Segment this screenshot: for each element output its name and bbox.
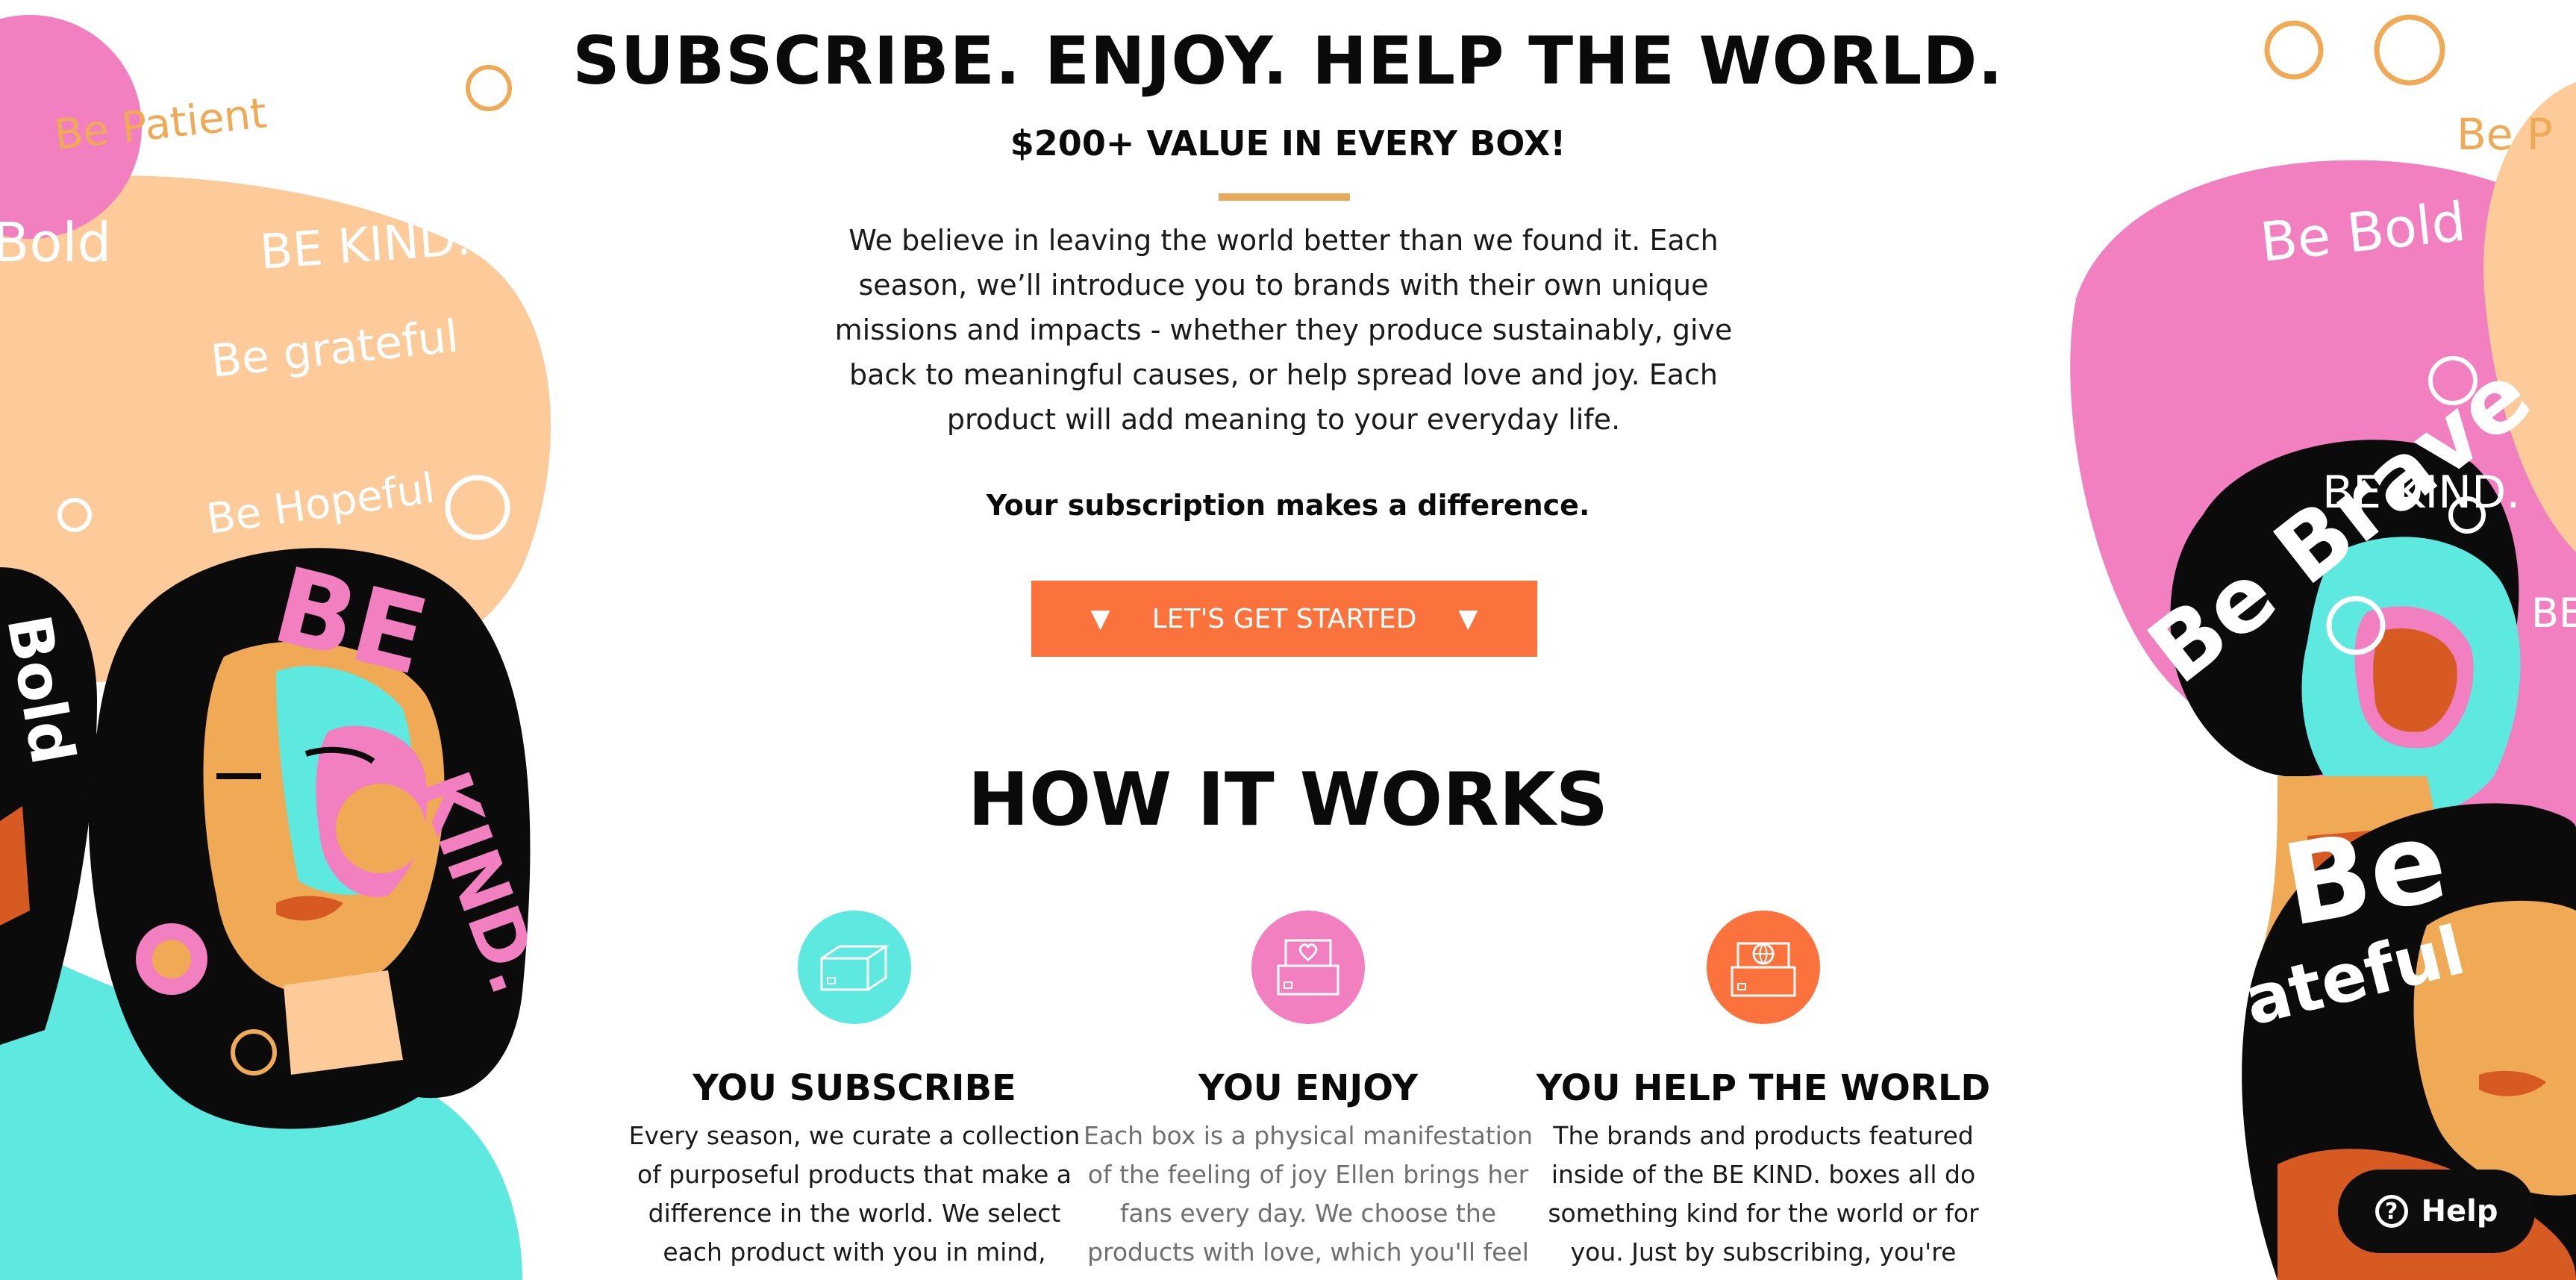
step-description: Each box is a physical manifestation of … bbox=[1081, 1117, 1536, 1272]
page-title: SUBSCRIBE. ENJOY. HELP THE WORLD. bbox=[572, 22, 2004, 99]
help-button[interactable]: ? Help bbox=[2338, 1170, 2535, 1253]
svg-text:Be P: Be P bbox=[2457, 109, 2553, 160]
step-help-world: YOU HELP THE WORLD The brands and produc… bbox=[1536, 911, 1991, 1272]
triangle-down-icon: ▼ bbox=[1458, 604, 1478, 634]
step-description: The brands and products featured inside … bbox=[1536, 1117, 1991, 1272]
box-icon-svg bbox=[820, 945, 890, 991]
step-title: YOU SUBSCRIBE bbox=[693, 1067, 1016, 1109]
step-line: of purposeful products that make a bbox=[637, 1160, 1072, 1189]
get-started-button[interactable]: ▼ LET'S GET STARTED ▼ bbox=[1031, 581, 1537, 657]
title-divider bbox=[1219, 193, 1350, 201]
step-line: Every season, we curate a collection bbox=[628, 1121, 1081, 1150]
main-content: SUBSCRIBE. ENJOY. HELP THE WORLD. $200+ … bbox=[567, 0, 2009, 1280]
intro-line: back to meaningful causes, or help sprea… bbox=[848, 358, 1718, 391]
intro-line: We believe in leaving the world better t… bbox=[848, 224, 1719, 257]
step-line: fans every day. We choose the bbox=[1119, 1199, 1497, 1228]
intro-line: season, we’ll introduce you to brands wi… bbox=[858, 269, 1709, 302]
left-illustration: Be Patient Bold BE KIND. Be grateful Be … bbox=[0, 0, 567, 1280]
triangle-down-icon: ▼ bbox=[1090, 604, 1110, 634]
step-line: The brands and products featured bbox=[1553, 1121, 1974, 1150]
step-description: Every season, we curate a collection of … bbox=[627, 1117, 1082, 1272]
heart-box-icon-svg bbox=[1277, 939, 1339, 996]
step-line: you. Just by subscribing, you're bbox=[1570, 1237, 1957, 1267]
globe-box-icon bbox=[1707, 911, 1820, 1024]
intro-paragraph: We believe in leaving the world better t… bbox=[821, 218, 1746, 442]
heart-box-icon bbox=[1251, 911, 1365, 1024]
how-it-works-title: HOW IT WORKS bbox=[967, 758, 1609, 843]
intro-line: missions and impacts - whether they prod… bbox=[834, 313, 1733, 346]
globe-box-icon-svg bbox=[1731, 942, 1796, 997]
svg-text:BE: BE bbox=[2531, 590, 2576, 637]
page: Be Patient Bold BE KIND. Be grateful Be … bbox=[0, 0, 2576, 1280]
step-line: inside of the BE KIND. boxes all do bbox=[1551, 1160, 1976, 1189]
tagline: Your subscription makes a difference. bbox=[986, 489, 1590, 522]
step-enjoy: YOU ENJOY Each box is a physical manifes… bbox=[1081, 911, 1536, 1272]
step-subscribe: YOU SUBSCRIBE Every season, we curate a … bbox=[627, 911, 1082, 1272]
svg-text:Bold: Bold bbox=[0, 211, 111, 274]
step-line: products with love, which you'll feel bbox=[1087, 1237, 1529, 1267]
value-subheading: $200+ VALUE IN EVERY BOX! bbox=[1010, 123, 1566, 163]
box-icon bbox=[798, 911, 911, 1024]
step-line: each product with you in mind, bbox=[663, 1237, 1046, 1267]
step-line: of the feeling of joy Ellen brings her bbox=[1087, 1160, 1529, 1189]
step-line: difference in the world. We select bbox=[648, 1199, 1061, 1228]
question-mark-icon: ? bbox=[2375, 1195, 2408, 1228]
steps-row: YOU SUBSCRIBE Every season, we curate a … bbox=[627, 911, 2015, 1280]
step-title: YOU HELP THE WORLD bbox=[1536, 1067, 1991, 1109]
help-label: Help bbox=[2421, 1194, 2498, 1229]
step-line: something kind for the world or for bbox=[1548, 1199, 1979, 1228]
left-illustration-svg: Be Patient Bold BE KIND. Be grateful Be … bbox=[0, 15, 558, 1280]
intro-line: product will add meaning to your everyda… bbox=[946, 403, 1621, 436]
step-title: YOU ENJOY bbox=[1198, 1067, 1419, 1109]
step-line: Each box is a physical manifestation bbox=[1083, 1121, 1534, 1150]
get-started-label: LET'S GET STARTED bbox=[1151, 603, 1417, 634]
